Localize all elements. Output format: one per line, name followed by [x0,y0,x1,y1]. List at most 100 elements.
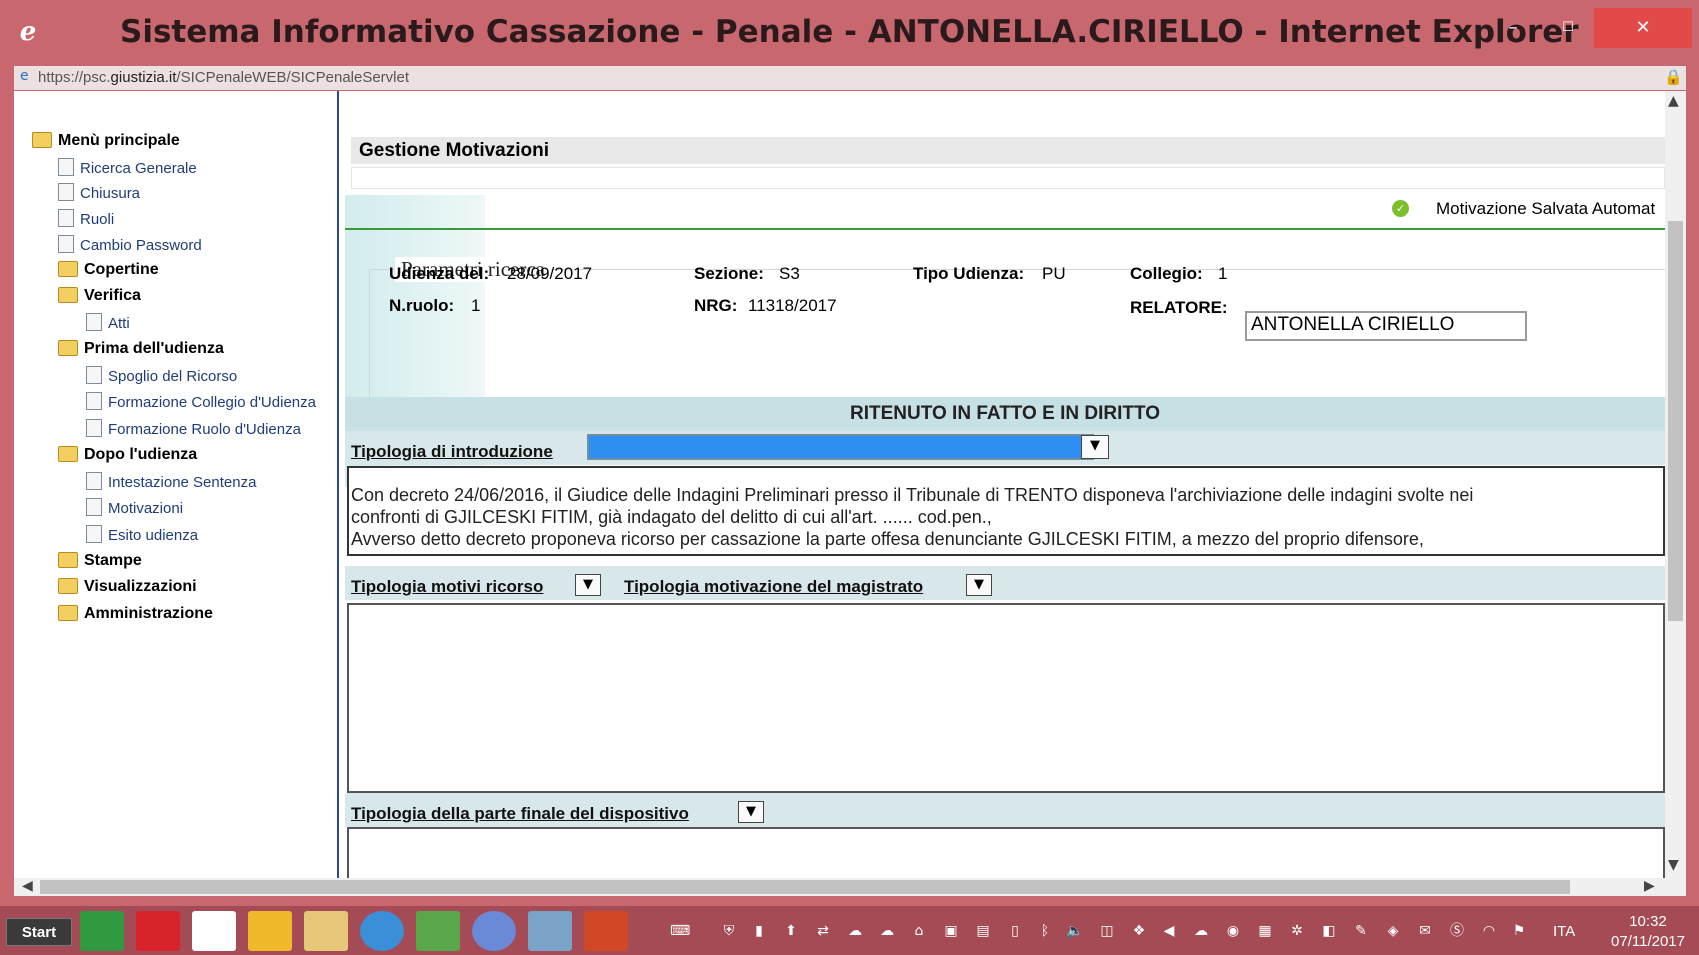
sidebar-item-visualizzazioni[interactable]: Visualizzazioni [58,577,197,597]
sidebar-item-cambio-password[interactable]: Cambio Password [58,235,202,256]
relatore-label: RELATORE: [1130,298,1228,317]
upload-icon[interactable]: ⬆ [782,922,800,940]
relatore-field[interactable]: ANTONELLA CIRIELLO [1245,311,1527,341]
sidebar-item-motivazioni[interactable]: Motivazioni [86,498,183,519]
motivi-textarea[interactable] [347,603,1665,793]
onedrive-icon[interactable]: ☁ [878,922,896,940]
sidebar-item-formazione-ruolo[interactable]: Formazione Ruolo d'Udienza [86,419,301,440]
finale-dropdown-chevron-icon[interactable]: ▼ [738,801,764,823]
pen-tray-icon[interactable]: ✎ [1352,922,1370,940]
document-icon [86,498,102,516]
document-icon [58,209,74,227]
url-text[interactable]: https://psc.giustizia.it/SICPenaleWEB/SI… [38,69,409,86]
sidebar-item-stampe[interactable]: Stampe [58,551,142,571]
battery-icon[interactable]: ▯ [1006,922,1024,940]
scroll-down-icon[interactable]: ▼ [1668,857,1679,873]
scroll-left-icon[interactable]: ◀ [22,878,33,894]
lock-icon[interactable]: 🔒 [1664,68,1683,86]
remote-desktop-icon[interactable] [528,911,572,951]
cloud-upload-icon[interactable]: ☁ [1192,922,1210,940]
sidebar-item-amministrazione[interactable]: Amministrazione [58,604,213,624]
store-app-icon[interactable] [80,911,124,951]
collegio-value: 1 [1218,264,1228,283]
minimize-button[interactable]: – [1490,8,1536,48]
intro-label[interactable]: Tipologia di introduzione [351,442,553,462]
camera-icon[interactable]: ◉ [1224,922,1242,940]
clock-time: 10:32 [1629,913,1667,930]
sidebar: Menù principale Ricerca Generale Chiusur… [14,91,339,878]
keyboard-icon[interactable]: ⌨ [670,922,690,940]
motivi-label[interactable]: Tipologia motivi ricorso [351,577,543,597]
magistrato-label[interactable]: Tipologia motivazione del magistrato [624,577,923,597]
file-explorer-icon[interactable] [304,911,348,951]
settings-tray-icon[interactable]: ✲ [1288,922,1306,940]
sidebar-item-dopo-udienza[interactable]: Dopo l'udienza [58,445,197,465]
dropbox-tray-icon[interactable]: ❖ [1130,922,1148,940]
wifi-icon[interactable]: ◠ [1480,922,1498,940]
intro-text-line-3: Avverso detto decreto proponeva ricorso … [351,529,1424,549]
status-divider [345,228,1665,230]
clock-date: 07/11/2017 [1611,933,1685,950]
document-icon [58,183,74,201]
sidebar-item-formazione-collegio[interactable]: Formazione Collegio d'Udienza [86,392,316,413]
sidebar-item-spoglio-ricorso[interactable]: Spoglio del Ricorso [86,366,237,387]
office-tray-icon[interactable]: ◧ [1320,922,1338,940]
network-icon[interactable]: ⌂ [910,922,928,940]
speaker-muted-icon[interactable]: 🔈 [1066,922,1084,940]
excel-tray-icon[interactable]: ▦ [1256,922,1274,940]
sidebar-item-intestazione-sentenza[interactable]: Intestazione Sentenza [86,472,256,493]
vertical-scroll-thumb[interactable] [1668,221,1683,621]
document-icon [86,472,102,490]
page-title: Gestione Motivazioni [351,137,1665,164]
sidebar-item-copertine[interactable]: Copertine [58,260,159,280]
motivi-dropdown-chevron-icon[interactable]: ▼ [575,574,601,596]
cloud-icon[interactable]: ☁ [846,922,864,940]
scroll-up-icon[interactable]: ▲ [1668,93,1679,109]
horizontal-scrollbar[interactable]: ◀ ▶ [14,878,1686,896]
scroll-right-icon[interactable]: ▶ [1644,878,1655,894]
chevron-down-icon[interactable]: ▼ [1081,435,1109,459]
sidebar-item-esito-udienza[interactable]: Esito udienza [86,525,198,546]
chrome-app-icon[interactable] [472,911,516,951]
dropbox-app-icon[interactable] [192,911,236,951]
shield-tray-icon[interactable]: ⛨ [720,922,738,940]
address-bar[interactable]: e https://psc.giustizia.it/SICPenaleWEB/… [14,66,1686,91]
sidebar-item-atti[interactable]: Atti [86,313,130,334]
clock[interactable]: 10:32 07/11/2017 [1610,912,1686,952]
sidebar-item-ruoli[interactable]: Ruoli [58,209,114,230]
mail-tray-icon[interactable]: ✉ [1416,922,1434,940]
magistrato-dropdown-chevron-icon[interactable]: ▼ [966,574,992,596]
layers-tray-icon[interactable]: ◈ [1384,922,1402,940]
display-icon[interactable]: ▤ [974,922,992,940]
start-button[interactable]: Start [6,918,72,946]
horizontal-scroll-thumb[interactable] [40,880,1570,894]
sync-icon[interactable]: ⇄ [814,922,832,940]
save-status-text: Motivazione Salvata Automat [1436,199,1656,218]
internet-explorer-taskbar-icon[interactable] [360,911,404,951]
sidebar-item-verifica[interactable]: Verifica [58,286,141,306]
security-app-icon[interactable] [136,911,180,951]
powerpoint-app-icon[interactable] [584,911,628,951]
outlook-app-icon[interactable] [248,911,292,951]
maximize-button[interactable]: ☐ [1540,8,1596,48]
sidebar-item-prima-udienza[interactable]: Prima dell'udienza [58,339,224,359]
finale-label[interactable]: Tipologia della parte finale del disposi… [351,804,689,824]
signal-icon[interactable]: ▮ [750,922,768,940]
window-tray-icon[interactable]: ◫ [1098,922,1116,940]
finale-textarea[interactable] [347,827,1665,878]
close-button[interactable]: ✕ [1594,8,1692,48]
bluetooth-icon[interactable]: ᛒ [1036,922,1054,940]
sidebar-item-ricerca-generale[interactable]: Ricerca Generale [58,158,197,179]
flag-icon[interactable]: ⚑ [1510,922,1528,940]
skype-tray-icon[interactable]: Ⓢ [1448,922,1466,940]
intro-dropdown[interactable] [587,434,1094,460]
language-indicator[interactable]: ITA [1553,923,1575,940]
device-icon[interactable]: ▣ [942,922,960,940]
sidebar-root[interactable]: Menù principale [32,131,180,151]
tipo-udienza-label: Tipo Udienza: [913,264,1025,283]
sidebar-item-chiusura[interactable]: Chiusura [58,183,140,204]
volume-icon[interactable]: ◀ [1160,922,1178,940]
app-cluster-icon[interactable] [416,911,460,951]
intro-textarea[interactable]: Con decreto 24/06/2016, il Giudice delle… [347,466,1665,556]
vertical-scrollbar[interactable]: ▲ ▼ [1665,91,1686,878]
